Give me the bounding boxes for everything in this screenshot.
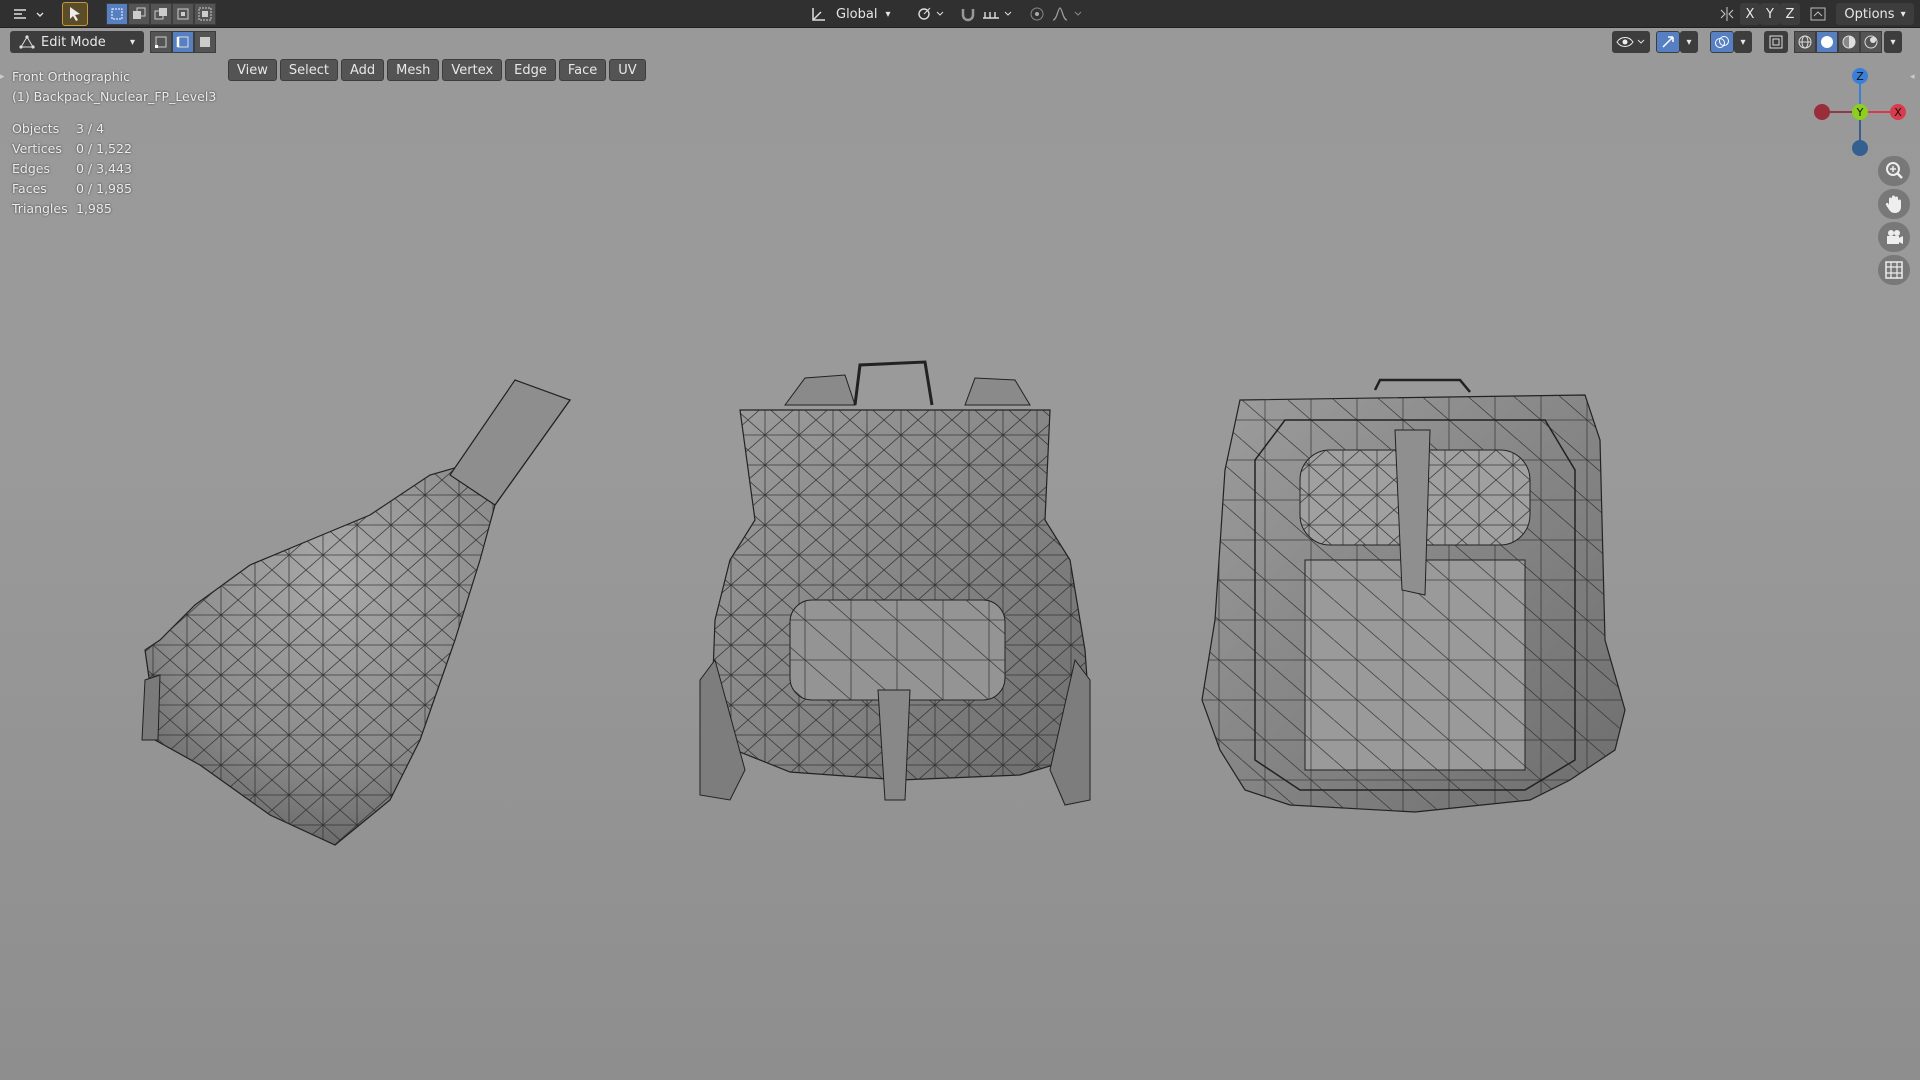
backpack-back-mesh[interactable]: [699, 360, 1091, 806]
backpack-front-mesh[interactable]: [1201, 378, 1626, 813]
mesh-objects[interactable]: [0, 0, 1920, 1080]
backpack-side-mesh[interactable]: [141, 379, 572, 846]
